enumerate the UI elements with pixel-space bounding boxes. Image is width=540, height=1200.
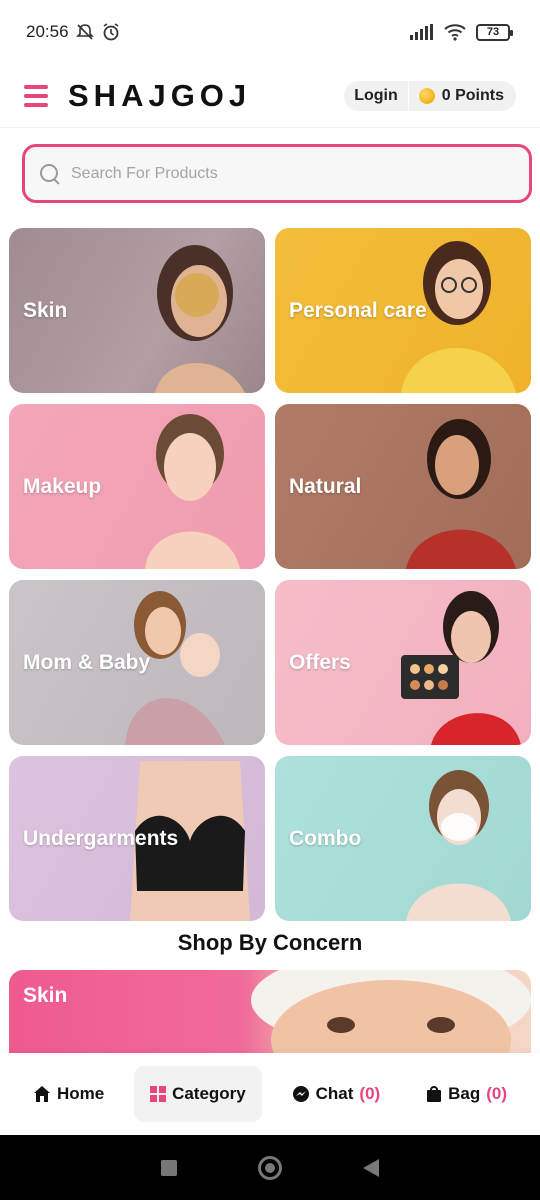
category-grid: Skin Personal care Makeup Natural Mom & … — [9, 228, 531, 921]
category-tile-personal-care[interactable]: Personal care — [275, 228, 531, 393]
category-tile-combo[interactable]: Combo — [275, 756, 531, 921]
status-left: 20:56 — [26, 22, 121, 42]
hamburger-menu-icon[interactable] — [24, 84, 48, 107]
grid-icon — [150, 1086, 167, 1102]
points-label: 0 Points — [441, 86, 504, 104]
category-label: Undergarments — [23, 826, 179, 850]
nav-chat-label: Chat — [315, 1084, 354, 1103]
home-icon — [33, 1086, 50, 1102]
concern-banner-label: Skin — [23, 984, 68, 1007]
combo-model-image — [406, 770, 511, 921]
section-title: Shop By Concern — [177, 930, 363, 955]
category-label: Personal care — [289, 298, 427, 322]
category-label: Combo — [289, 826, 362, 850]
app-header: SHAJGOJ Login 0 Points — [0, 64, 540, 128]
category-tile-undergarments[interactable]: Undergarments — [9, 756, 265, 921]
category-label: Offers — [289, 650, 351, 674]
nav-category[interactable]: Category — [134, 1066, 262, 1122]
category-tile-makeup[interactable]: Makeup — [9, 404, 265, 569]
makeup-model-image — [145, 414, 240, 569]
category-label: Mom & Baby — [23, 650, 151, 674]
nav-bag-label: Bag — [448, 1084, 481, 1103]
nav-bag-count: (0) — [486, 1084, 507, 1103]
nav-bag[interactable]: Bag (0) — [410, 1066, 523, 1122]
header-actions: Login 0 Points — [344, 80, 516, 111]
coin-icon — [418, 87, 435, 104]
category-tile-offers[interactable]: Offers — [275, 580, 531, 745]
nav-category-label: Category — [172, 1084, 246, 1103]
search-icon — [39, 163, 61, 185]
bag-icon — [427, 1086, 442, 1102]
battery-icon: 73 — [476, 23, 513, 41]
concern-banner-skin[interactable]: Skin — [9, 970, 531, 1060]
battery-level: 73 — [486, 26, 500, 38]
category-label: Makeup — [23, 474, 102, 498]
mute-bell-icon — [75, 24, 94, 40]
home-system-icon[interactable] — [257, 1155, 282, 1180]
recents-icon[interactable] — [160, 1159, 177, 1176]
brand-logo: SHAJGOJ — [68, 77, 252, 113]
offers-model-image — [401, 591, 521, 745]
nav-home-label: Home — [56, 1084, 105, 1103]
status-right: 73 — [410, 23, 513, 41]
nav-home[interactable]: Home — [17, 1066, 120, 1122]
status-bar: 20:56 73 — [0, 0, 540, 64]
search-bar — [22, 144, 532, 203]
login-button[interactable]: Login — [344, 80, 409, 111]
category-label: Skin — [23, 298, 68, 322]
status-time: 20:56 — [26, 22, 69, 41]
skin-model-image — [155, 245, 245, 393]
points-badge[interactable]: 0 Points — [409, 81, 516, 111]
category-tile-mom-baby[interactable]: Mom & Baby — [9, 580, 265, 745]
concern-model-image — [251, 970, 531, 1060]
category-label: Natural — [289, 474, 362, 498]
search-input[interactable] — [71, 164, 491, 183]
bottom-nav: Home Category Chat (0) Bag (0) — [0, 1053, 540, 1135]
back-icon[interactable] — [363, 1158, 380, 1177]
nav-chat[interactable]: Chat (0) — [276, 1066, 397, 1122]
signal-icon — [410, 24, 433, 40]
category-tile-skin[interactable]: Skin — [9, 228, 265, 393]
category-tile-natural[interactable]: Natural — [275, 404, 531, 569]
natural-model-image — [406, 419, 516, 569]
nav-chat-count: (0) — [359, 1084, 381, 1103]
messenger-icon — [292, 1086, 309, 1102]
wifi-icon — [444, 24, 466, 41]
system-nav-bar — [0, 1135, 540, 1200]
alarm-icon — [103, 23, 118, 41]
